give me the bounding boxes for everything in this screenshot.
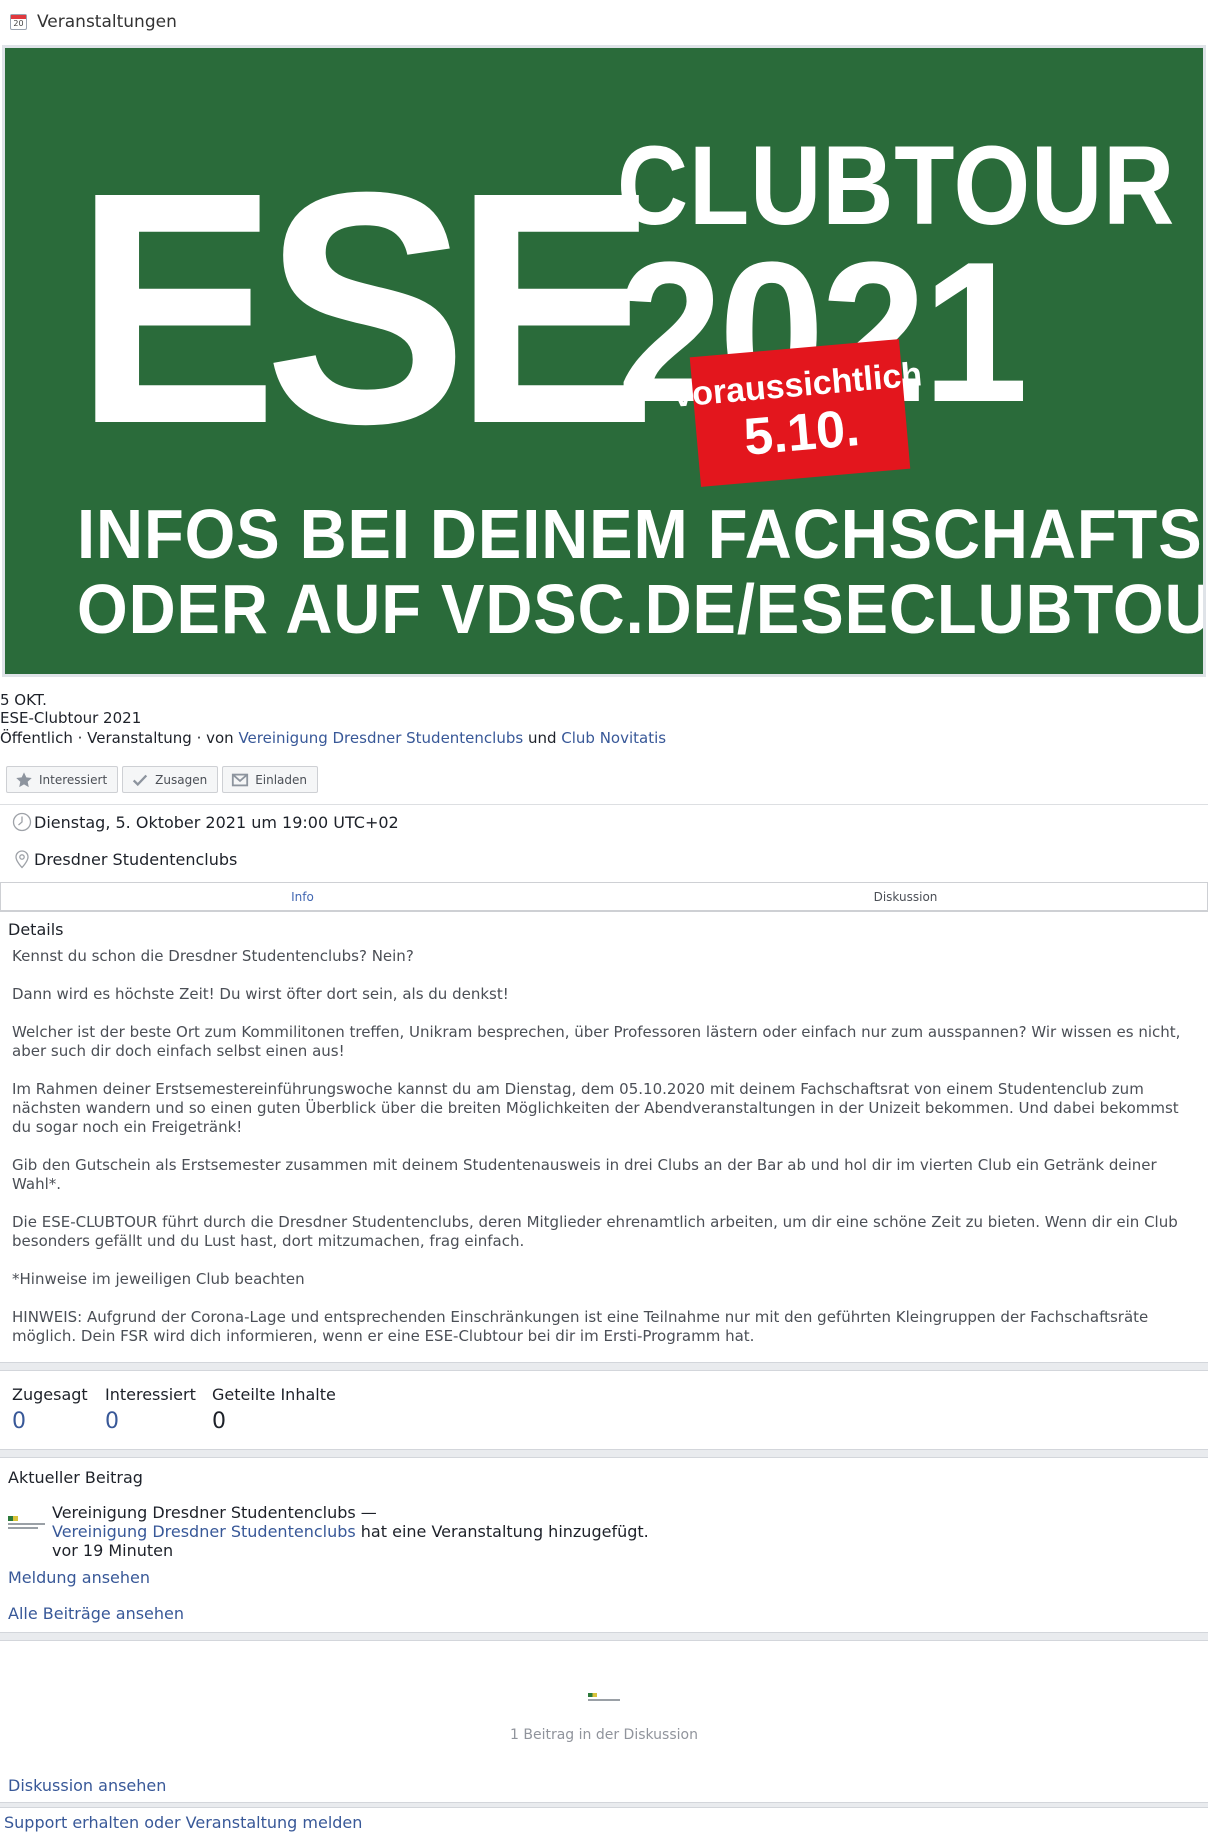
post-time: vor 19 Minuten	[52, 1541, 174, 1560]
view-discussion-link[interactable]: Diskussion ansehen	[8, 1776, 166, 1795]
calendar-day: 20	[13, 19, 24, 28]
page-header: 20 Veranstaltungen	[10, 10, 177, 34]
location-pin-icon	[15, 850, 29, 869]
tab-discussion[interactable]: Diskussion	[604, 883, 1207, 910]
event-actions: Interessiert Zusagen Einladen	[6, 766, 319, 793]
stamp-line-2: 5.10.	[741, 398, 862, 467]
support-report-link[interactable]: Support erhalten oder Veranstaltung meld…	[4, 1813, 362, 1832]
view-all-posts-link[interactable]: Alle Beiträge ansehen	[8, 1604, 184, 1623]
page-title[interactable]: Veranstaltungen	[37, 12, 177, 32]
event-stats: Zugesagt 0 Interessiert 0 Geteilte Inhal…	[12, 1385, 336, 1439]
details-paragraph: Dann wird es höchste Zeit! Du wirst öfte…	[12, 985, 509, 1003]
stat-interested-value: 0	[105, 1409, 119, 1434]
recent-post-text: Vereinigung Dresdner Studentenclubs — Ve…	[52, 1503, 649, 1560]
details-paragraph: Die ESE-CLUBTOUR führt durch die Dresdne…	[12, 1213, 1178, 1250]
going-label: Zusagen	[155, 772, 208, 787]
club-logo-icon[interactable]	[8, 1516, 45, 1536]
interested-label: Interessiert	[39, 772, 108, 787]
stat-going[interactable]: Zugesagt 0	[12, 1385, 105, 1439]
post-author: Vereinigung Dresdner Studentenclubs —	[52, 1503, 377, 1522]
event-location-row: Dresdner Studentenclubs	[12, 847, 237, 871]
event-meta: Öffentlich · Veranstaltung · von Vereini…	[0, 728, 666, 748]
stat-interested[interactable]: Interessiert 0	[105, 1385, 212, 1439]
clock-icon	[12, 812, 32, 832]
event-meta-and: und	[523, 729, 562, 747]
tab-info[interactable]: Info	[1, 883, 604, 910]
star-icon	[16, 771, 32, 787]
recent-post-heading: Aktueller Beitrag	[8, 1468, 143, 1487]
club-logo-icon	[588, 1693, 620, 1705]
stat-interested-label: Interessiert	[105, 1385, 196, 1404]
details-paragraph: Welcher ist der beste Ort zum Kommiliton…	[12, 1023, 1181, 1060]
details-heading: Details	[8, 920, 64, 939]
view-post-link[interactable]: Meldung ansehen	[8, 1568, 150, 1587]
divider	[0, 804, 1208, 805]
recent-post: Vereinigung Dresdner Studentenclubs — Ve…	[8, 1503, 649, 1560]
discussion-count: 1 Beitrag in der Diskussion	[510, 1727, 698, 1743]
event-meta-prefix: Öffentlich · Veranstaltung · von	[0, 729, 239, 747]
section-divider	[0, 1449, 1208, 1458]
cover-big-text: ESE	[75, 123, 657, 492]
details-paragraph: Gib den Gutschein als Erstsemester zusam…	[12, 1156, 1157, 1193]
event-cover-image[interactable]: ESE CLUBTOUR 2021 voraussichtlich 5.10. …	[2, 45, 1206, 677]
invite-label: Einladen	[255, 772, 308, 787]
details-body: Kennst du schon die Dresdner Studentencl…	[12, 947, 1197, 1365]
event-datetime-row: Dienstag, 5. Oktober 2021 um 19:00 UTC+0…	[12, 810, 399, 834]
details-paragraph: Im Rahmen deiner Erstsemestereinführungs…	[12, 1080, 1179, 1136]
stat-shared-value: 0	[212, 1409, 226, 1434]
checkmark-icon	[133, 774, 148, 786]
stat-shared: Geteilte Inhalte 0	[212, 1385, 336, 1439]
section-divider	[0, 1362, 1208, 1371]
post-author-link[interactable]: Vereinigung Dresdner Studentenclubs	[52, 1522, 356, 1541]
details-paragraph: *Hinweise im jeweiligen Club beachten	[12, 1270, 305, 1288]
event-location[interactable]: Dresdner Studentenclubs	[34, 850, 237, 869]
stat-going-value: 0	[12, 1409, 26, 1434]
event-datetime: Dienstag, 5. Oktober 2021 um 19:00 UTC+0…	[34, 812, 399, 832]
event-tabs: Info Diskussion	[0, 882, 1208, 912]
post-action: hat eine Veranstaltung hinzugefügt.	[355, 1522, 649, 1541]
section-divider	[0, 1802, 1208, 1808]
details-paragraph: Kennst du schon die Dresdner Studentencl…	[12, 947, 414, 965]
cover-info-line-2: ODER AUF VDSC.DE/ESECLUBTOUR	[77, 570, 1206, 648]
stat-going-label: Zugesagt	[12, 1385, 88, 1404]
cover-info-line-1: INFOS BEI DEINEM FACHSCHAFTSRAT	[77, 495, 1203, 573]
stat-shared-label: Geteilte Inhalte	[212, 1385, 336, 1404]
calendar-icon: 20	[10, 14, 27, 30]
envelope-icon	[232, 773, 249, 786]
host-link-vds[interactable]: Vereinigung Dresdner Studentenclubs	[238, 729, 523, 747]
details-paragraph: HINWEIS: Aufgrund der Corona-Lage und en…	[12, 1308, 1149, 1345]
post-action-line: Vereinigung Dresdner Studentenclubs hat …	[52, 1522, 649, 1541]
event-title: ESE-Clubtour 2021	[0, 709, 142, 727]
invite-button[interactable]: Einladen	[222, 766, 319, 793]
host-link-novitatis[interactable]: Club Novitatis	[561, 729, 666, 747]
going-button[interactable]: Zusagen	[122, 766, 219, 793]
cover-date-stamp: voraussichtlich 5.10.	[672, 339, 923, 487]
interested-button[interactable]: Interessiert	[6, 766, 119, 793]
section-divider	[0, 1632, 1208, 1641]
event-date: 5 OKT.	[0, 691, 47, 709]
